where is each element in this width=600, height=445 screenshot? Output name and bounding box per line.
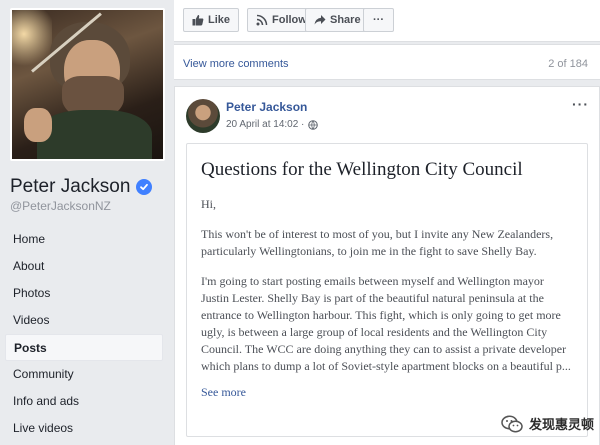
cover-body: [37, 110, 152, 159]
share-button[interactable]: Share: [305, 8, 370, 32]
like-button[interactable]: Like: [183, 8, 240, 32]
sidebar-item-live-videos[interactable]: Live videos: [5, 415, 163, 442]
wechat-watermark: 发现惠灵顿: [501, 414, 594, 433]
post-timestamp[interactable]: 20 April at 14:02 ·: [226, 119, 304, 130]
profile-name[interactable]: Peter Jackson: [10, 176, 153, 198]
sidebar-item-about[interactable]: About: [5, 253, 163, 280]
sidebar-item-community[interactable]: Community: [5, 361, 163, 388]
more-options-icon: ···: [373, 14, 384, 26]
view-more-comments-link[interactable]: View more comments: [183, 58, 289, 70]
watermark-text: 发现惠灵顿: [528, 418, 594, 433]
note-greeting: Hi,: [201, 197, 216, 211]
like-label: Like: [208, 14, 231, 26]
profile-sidebar-nav: Home About Photos Videos Posts Community…: [5, 226, 163, 442]
sidebar-item-videos[interactable]: Videos: [5, 307, 163, 334]
sidebar-item-home[interactable]: Home: [5, 226, 163, 253]
profile-name-text[interactable]: Peter Jackson: [10, 176, 130, 198]
profile-handle[interactable]: @PeterJacksonNZ: [10, 199, 111, 213]
see-more-link[interactable]: See more: [201, 385, 246, 400]
profile-cover-photo[interactable]: [10, 8, 165, 161]
thumbs-up-icon: [192, 14, 204, 26]
page-action-bar: Like Follow Share ···: [174, 0, 600, 42]
post-card: Peter Jackson 20 April at 14:02 · ··· Qu…: [174, 86, 600, 445]
comments-bar: View more comments 2 of 184: [174, 44, 600, 80]
post-author[interactable]: Peter Jackson: [226, 100, 307, 114]
note-attachment[interactable]: Questions for the Wellington City Counci…: [186, 143, 588, 437]
cover-hand: [24, 108, 52, 142]
sidebar-item-info-and-ads[interactable]: Info and ads: [5, 388, 163, 415]
comments-counter: 2 of 184: [548, 58, 588, 70]
verified-badge-icon: [136, 179, 153, 195]
rss-icon: [256, 14, 268, 26]
globe-icon: [308, 119, 319, 130]
author-avatar[interactable]: [186, 99, 220, 133]
post-meta: 20 April at 14:02 ·: [226, 119, 319, 130]
share-arrow-icon: [314, 15, 326, 25]
post-options-button[interactable]: ···: [572, 96, 589, 112]
note-title[interactable]: Questions for the Wellington City Counci…: [201, 158, 573, 182]
more-options-button[interactable]: ···: [363, 8, 394, 32]
note-paragraph-2: I'm going to start posting emails betwee…: [201, 274, 571, 373]
note-paragraph-1: This won't be of interest to most of you…: [201, 227, 554, 258]
sidebar-item-posts[interactable]: Posts: [5, 334, 163, 361]
wechat-icon: [501, 415, 523, 432]
sidebar-item-photos[interactable]: Photos: [5, 280, 163, 307]
share-label: Share: [330, 14, 361, 26]
follow-label: Follow: [272, 14, 307, 26]
